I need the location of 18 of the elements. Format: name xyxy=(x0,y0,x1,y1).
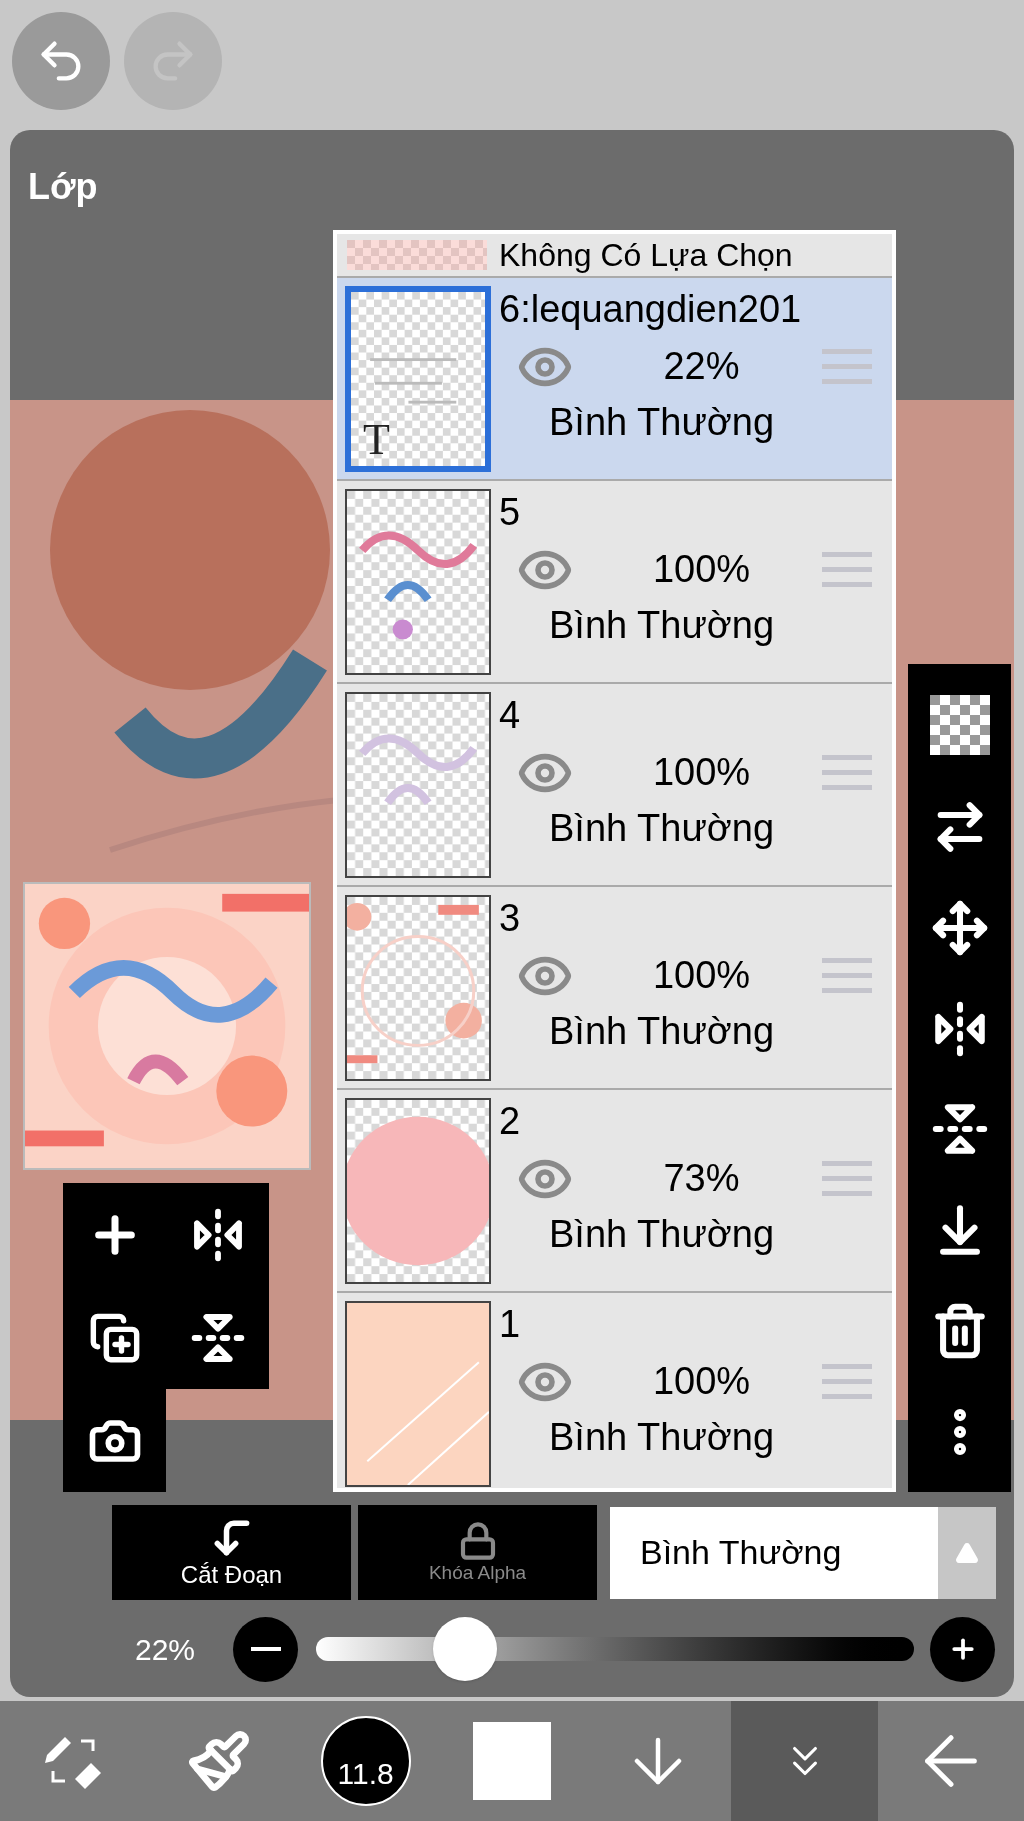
layer-opacity: 22% xyxy=(663,344,740,389)
layer-name: 6:lequangdien201 xyxy=(499,287,803,332)
blend-mode-value: Bình Thường xyxy=(639,1532,843,1573)
clip-button[interactable]: Cắt Đoạn xyxy=(112,1505,351,1600)
selection-layer-label: Không Có Lựa Chọn xyxy=(499,236,793,275)
layer-row[interactable]: Không Có Lựa Chọn xyxy=(337,234,892,278)
toolbar-button[interactable]: 11.8 xyxy=(292,1701,439,1821)
opacity-reading: 22% xyxy=(135,1631,197,1668)
panel-title: Lớp xyxy=(28,166,98,207)
triangle-up-icon xyxy=(955,1540,979,1565)
minus-icon xyxy=(250,1647,281,1651)
opacity-slider[interactable] xyxy=(316,1617,914,1681)
brush-size: 11.8 xyxy=(320,1716,411,1806)
alpha-lock-button[interactable]: Khóa Alpha xyxy=(358,1505,597,1600)
brush-icon xyxy=(187,1729,252,1793)
blend-mode-select[interactable]: Bình Thường xyxy=(610,1506,996,1599)
blend-mode: Bình Thường xyxy=(549,1415,775,1460)
drag-handle-icon[interactable] xyxy=(822,346,872,387)
